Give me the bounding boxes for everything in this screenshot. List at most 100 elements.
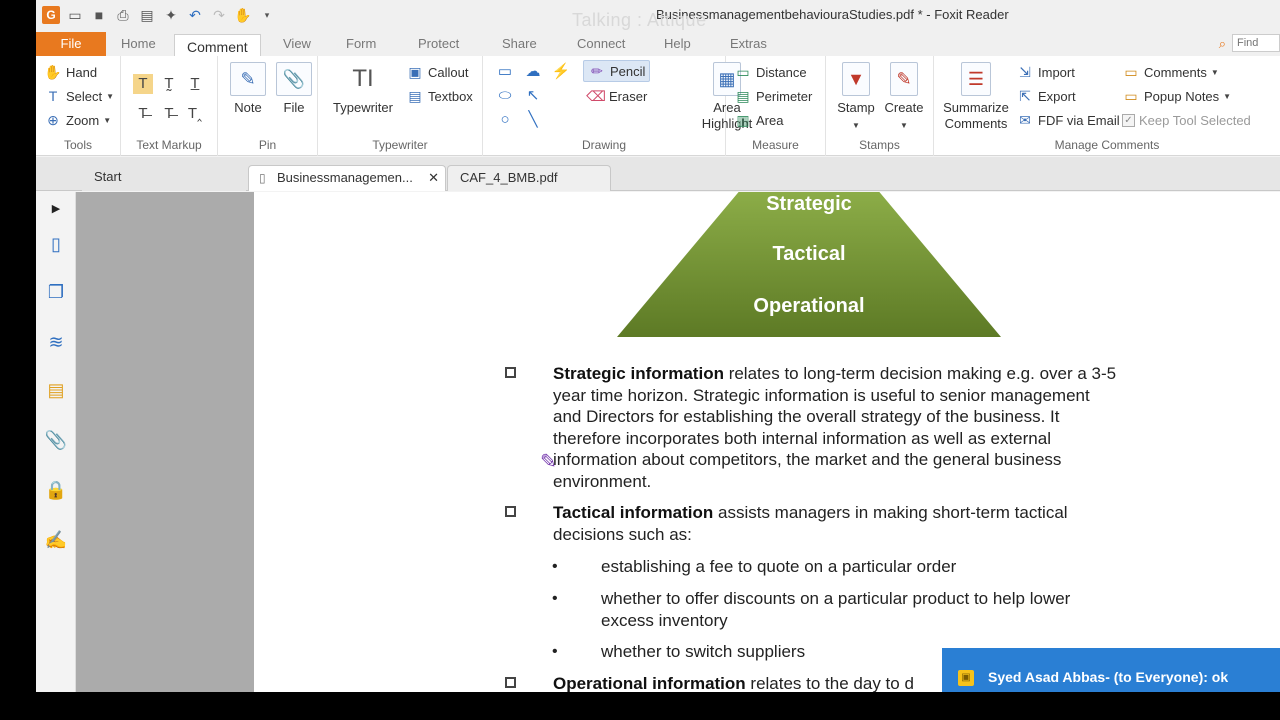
tab-caf-label: CAF_4_BMB.pdf <box>460 170 558 185</box>
tab-help[interactable]: Help <box>664 32 691 56</box>
strategic-paragraph: Strategic information relates to long-te… <box>553 363 1213 493</box>
tab-connect[interactable]: Connect <box>577 32 625 56</box>
comments-label: Comments <box>1144 64 1207 80</box>
comment-ribbon: ✋ Hand T Select ▼ ⊕ Zoom ▼ Tools T T̰ T̲ T̶ T… <box>36 56 1280 156</box>
bullet-item: whether to switch suppliers <box>601 642 806 661</box>
fdf-via-email-button[interactable]: ✉ FDF via Email <box>1016 109 1120 131</box>
zoom-label: Zoom <box>66 112 100 128</box>
tactical-line: assists managers in making short-term ta… <box>713 503 1068 522</box>
tab-share[interactable]: Share <box>502 32 537 56</box>
customize-chevron-icon[interactable]: ▾ <box>258 6 276 24</box>
expand-panel-icon[interactable]: ▶ <box>44 196 68 220</box>
highlight-icon[interactable]: T <box>133 74 153 94</box>
tab-extras[interactable]: Extras <box>730 32 767 56</box>
insert-text-icon[interactable]: T‸ <box>185 104 205 124</box>
foxit-logo-icon[interactable]: G <box>42 6 60 24</box>
undo-icon[interactable]: ↶ <box>186 6 204 24</box>
area-label: Area <box>756 112 784 128</box>
find-icon[interactable]: ⌕ <box>1219 36 1226 52</box>
hand-button[interactable]: ✋ Hand <box>44 61 97 83</box>
bookmarks-icon[interactable]: ▯ <box>44 232 68 256</box>
textbox-button[interactable]: ▤ Textbox <box>406 85 472 107</box>
tab-business-management[interactable]: ▯ Businessmanagemen... ✕ <box>248 165 446 191</box>
cloud-icon[interactable]: ☁ <box>523 62 543 82</box>
strikeout-icon[interactable]: T̶ <box>133 104 153 124</box>
document-tab-bar: Start ▯ Businessmanagemen... ✕ CAF_4_BMB… <box>36 157 1280 191</box>
tab-caf-4-bmb[interactable]: CAF_4_BMB.pdf <box>447 165 611 191</box>
taskbar <box>0 692 1280 720</box>
pages-icon[interactable]: ❐ <box>44 280 68 304</box>
tab-file[interactable]: File <box>36 32 106 56</box>
perimeter-button[interactable]: ▤ Perimeter <box>734 85 812 107</box>
save-icon[interactable]: ■ <box>90 6 108 24</box>
scan-icon[interactable]: ▤ <box>138 6 156 24</box>
circle-icon[interactable]: ○ <box>495 110 515 130</box>
pyramid-diagram: Strategic Tactical Operational <box>617 192 1001 337</box>
tab-protect[interactable]: Protect <box>418 32 459 56</box>
zoom-button[interactable]: ⊕ Zoom ▼ <box>44 109 111 131</box>
rectangle-icon[interactable]: ▭ <box>495 62 515 82</box>
polyline-icon[interactable]: ⚡ <box>551 62 571 82</box>
import-button[interactable]: ⇲ Import <box>1016 61 1075 83</box>
new-icon[interactable]: ✦ <box>162 6 180 24</box>
tab-form[interactable]: Form <box>346 32 376 56</box>
underline-squiggly-icon[interactable]: T̰ <box>159 74 179 94</box>
pdf-page-view[interactable]: Strategic Tactical Operational Strategic… <box>254 192 1280 692</box>
export-button[interactable]: ⇱ Export <box>1016 85 1076 107</box>
note-icon: ✎ <box>230 62 266 96</box>
popup-notes-label: Popup Notes <box>1144 88 1220 104</box>
replace-text-icon[interactable]: T̶ <box>159 104 179 124</box>
tab-start[interactable]: Start <box>82 165 246 191</box>
redo-icon[interactable]: ↷ <box>210 6 228 24</box>
create-stamp-button[interactable]: ✎ Create ▼ <box>878 62 930 134</box>
underline-icon[interactable]: T̲ <box>185 74 205 94</box>
close-tab-icon[interactable]: ✕ <box>428 166 439 190</box>
operational-line: relates to the day to d <box>745 674 914 692</box>
operational-heading: Operational information <box>553 674 746 692</box>
create-label: Create <box>884 100 924 115</box>
export-icon: ⇱ <box>1019 87 1031 104</box>
strategic-line: environment. <box>553 471 652 491</box>
quick-access-toolbar: G ▭ ■ ⎙ ▤ ✦ ↶ ↷ ✋ ▾ <box>42 6 276 24</box>
tab-comment[interactable]: Comment <box>174 34 261 58</box>
zoom-icon: ⊕ <box>47 111 59 128</box>
tactical-paragraph: Tactical information assists managers in… <box>553 502 1213 545</box>
typewriter-button[interactable]: TI Typewriter <box>326 62 400 116</box>
print-icon[interactable]: ⎙ <box>114 6 132 24</box>
talking-overlay: Talking : Attique <box>572 10 707 30</box>
pencil-button[interactable]: ✏ Pencil <box>583 60 651 82</box>
file-attach-button[interactable]: 📎 File <box>264 62 324 116</box>
keep-tool-selected-checkbox[interactable]: ✓ Keep Tool Selected <box>1122 109 1251 131</box>
eraser-button[interactable]: ⌫ Eraser <box>586 85 647 107</box>
area-button[interactable]: ▥ Area <box>734 109 783 131</box>
signatures-icon[interactable]: ✍ <box>44 528 68 552</box>
callout-button[interactable]: ▣ Callout <box>406 61 468 83</box>
export-label: Export <box>1038 88 1076 104</box>
attachments-icon[interactable]: 📎 <box>44 428 68 452</box>
find-input[interactable] <box>1232 34 1280 52</box>
callout-label: Callout <box>428 64 469 80</box>
popup-notes-dropdown[interactable]: ▭ Popup Notes ▼ <box>1122 85 1231 107</box>
open-folder-icon[interactable]: ▭ <box>66 6 84 24</box>
oval-icon[interactable]: ⬭ <box>495 86 515 106</box>
security-lock-icon[interactable]: 🔒 <box>44 478 68 502</box>
layers-icon[interactable]: ≋ <box>44 330 68 354</box>
stamp-button[interactable]: ▼ Stamp ▼ <box>830 62 882 134</box>
bullet-line: whether to offer discounts on a particul… <box>601 589 1071 608</box>
summarize-comments-button[interactable]: ☰ Summarize Comments <box>936 62 1016 132</box>
select-button[interactable]: T Select ▼ <box>44 85 114 107</box>
strategic-line: information about competitors, the marke… <box>553 450 1062 470</box>
tab-view[interactable]: View <box>283 32 311 56</box>
tab-home[interactable]: Home <box>121 32 156 56</box>
comments-panel-icon[interactable]: ▤ <box>44 378 68 402</box>
create-stamp-icon: ✎ <box>890 62 918 96</box>
hand-tool-icon[interactable]: ✋ <box>234 6 252 24</box>
pencil-cursor-icon: ✎ <box>540 451 557 473</box>
arrow-icon[interactable]: ↖ <box>523 86 543 106</box>
comments-dropdown[interactable]: ▭ Comments ▼ <box>1122 61 1218 83</box>
bullet-item: establishing a fee to quote on a particu… <box>601 557 957 576</box>
group-label-manage-comments: Manage Comments <box>1054 138 1160 152</box>
line-icon[interactable]: ╲ <box>523 110 543 130</box>
pyramid-level-operational: Operational <box>753 295 864 317</box>
distance-button[interactable]: ▭ Distance <box>734 61 806 83</box>
